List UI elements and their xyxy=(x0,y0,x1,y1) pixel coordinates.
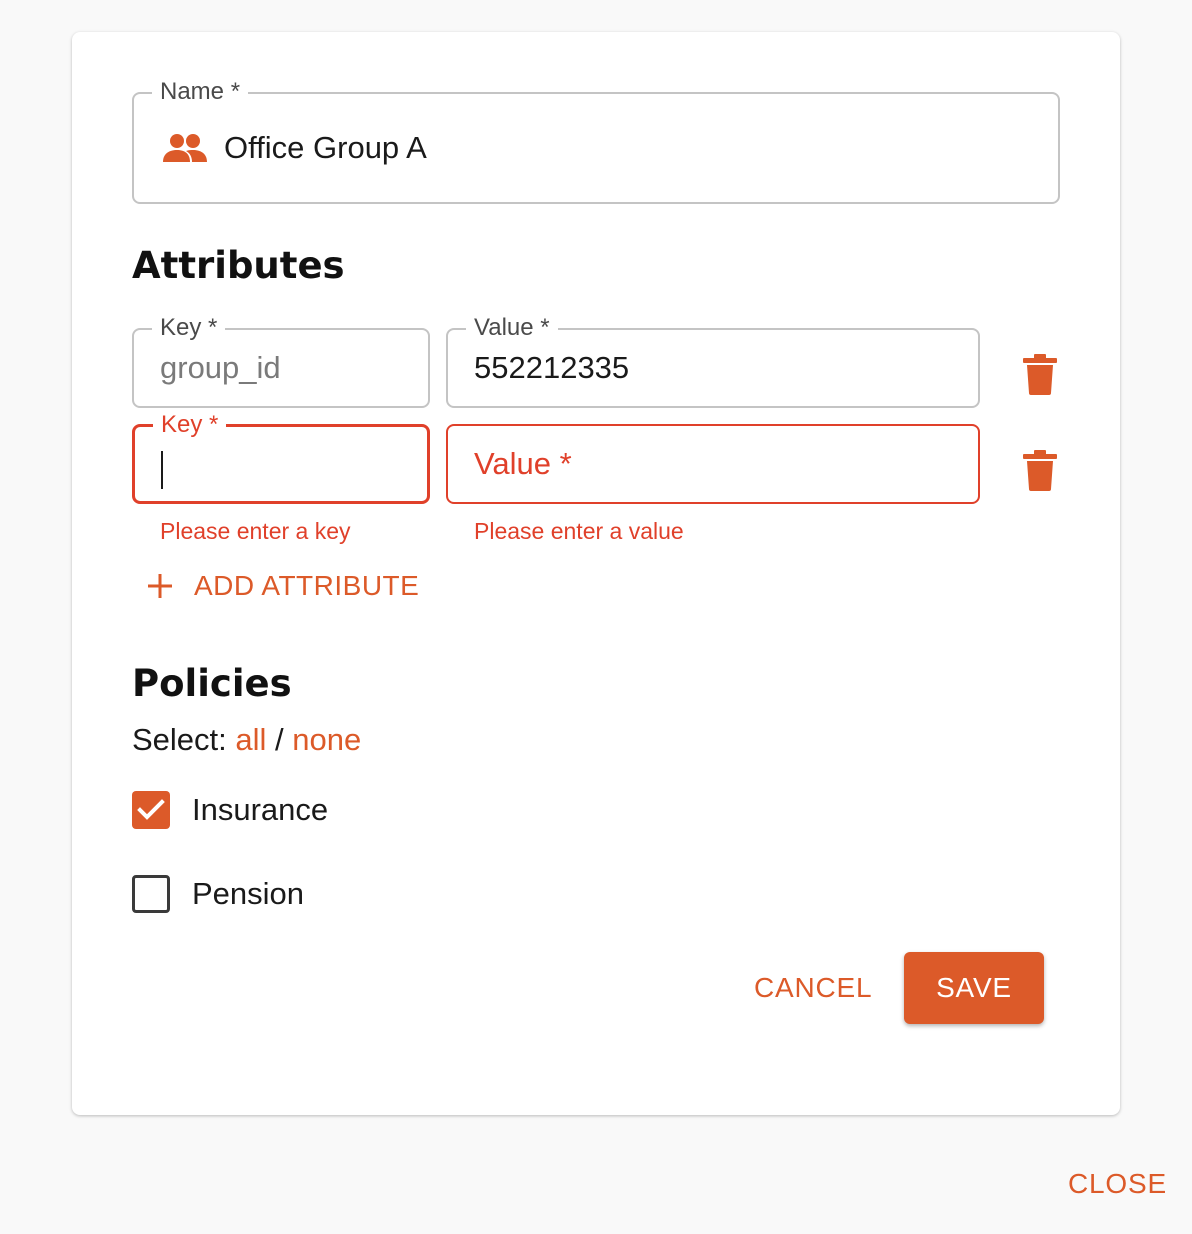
name-field-value: Office Group A xyxy=(224,130,427,165)
close-button[interactable]: CLOSE xyxy=(1068,1168,1167,1200)
attribute-key-label: Key * xyxy=(153,411,227,439)
group-icon xyxy=(163,134,207,162)
attribute-key-field-error[interactable]: Key * xyxy=(132,411,430,504)
name-field[interactable]: Name * Office Group A xyxy=(132,78,1060,204)
save-button[interactable]: SAVE xyxy=(904,952,1044,1024)
attribute-value-placeholder: Value * xyxy=(474,446,572,481)
policies-heading: Policies xyxy=(132,662,292,705)
attribute-value-field-error[interactable]: Value * xyxy=(446,424,980,504)
attribute-value-field[interactable]: Value * 552212335 xyxy=(446,314,980,408)
attribute-key-value: group_id xyxy=(160,350,281,385)
policy-label: Insurance xyxy=(192,792,329,827)
cancel-button[interactable]: CANCEL xyxy=(754,972,872,1004)
select-separator: / xyxy=(275,722,284,757)
text-caret xyxy=(161,451,163,489)
add-attribute-button[interactable]: ADD ATTRIBUTE xyxy=(140,562,419,610)
attributes-heading: Attributes xyxy=(132,244,345,287)
select-line: Select: all / none xyxy=(132,722,361,758)
name-field-label: Name * xyxy=(152,78,249,106)
trash-icon[interactable] xyxy=(1020,448,1060,492)
trash-icon[interactable] xyxy=(1020,352,1060,396)
policy-item-insurance[interactable]: Insurance xyxy=(132,788,328,832)
plus-icon xyxy=(148,574,172,598)
attribute-value-value: 552212335 xyxy=(474,350,630,385)
policy-label: Pension xyxy=(192,876,305,911)
checkbox-checked[interactable] xyxy=(132,791,170,829)
checkbox-unchecked[interactable] xyxy=(132,875,170,913)
add-attribute-label: ADD ATTRIBUTE xyxy=(194,570,420,601)
attribute-key-field[interactable]: Key * group_id xyxy=(132,314,430,408)
key-error-message: Please enter a key xyxy=(160,518,351,544)
select-none-link[interactable]: none xyxy=(292,722,361,757)
select-prefix: Select: xyxy=(132,722,227,757)
attribute-key-label: Key * xyxy=(152,314,226,342)
attribute-value-label: Value * xyxy=(466,314,558,342)
value-error-message: Please enter a value xyxy=(474,518,684,544)
select-all-link[interactable]: all xyxy=(235,722,266,757)
policy-item-pension[interactable]: Pension xyxy=(132,872,304,916)
checkmark-icon xyxy=(137,799,165,820)
